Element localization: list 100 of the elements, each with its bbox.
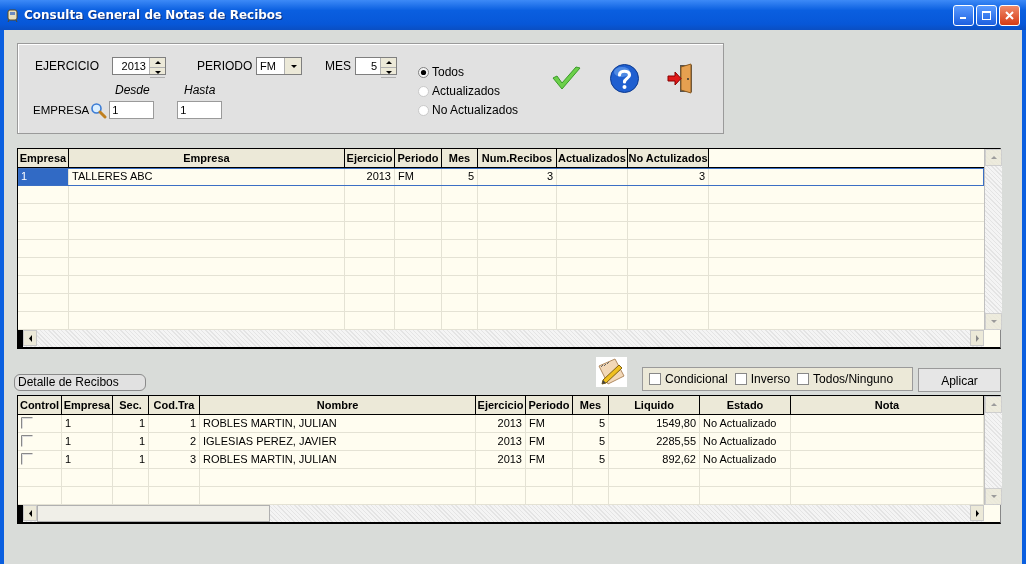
column-header[interactable]: Empresa	[18, 149, 69, 167]
checkbox[interactable]	[734, 373, 747, 385]
checkbox-label[interactable]: Condicional	[665, 372, 728, 386]
arrow-down-icon[interactable]	[384, 68, 393, 77]
table-row[interactable]: 1 1 3 ROBLES MARTIN, JULIAN 2013 FM 5 892,62 No Actualizado	[18, 451, 984, 469]
horizontal-scrollbar[interactable]	[18, 505, 984, 522]
checkbox[interactable]	[797, 373, 810, 385]
column-header[interactable]: Empresa	[69, 149, 345, 167]
input-field[interactable]: 1	[177, 101, 223, 119]
window-title: Consulta General de Notas de Recibos	[24, 8, 284, 22]
checkbox[interactable]	[649, 373, 661, 385]
column-header[interactable]: Nombre	[200, 396, 476, 414]
table-cell: 2013	[476, 415, 526, 432]
field-label: EMPRESA	[33, 104, 90, 116]
radio-label[interactable]: No Actualizados	[432, 103, 519, 117]
notepad-icon[interactable]	[595, 356, 628, 388]
table-cell: 2013	[345, 168, 395, 185]
checkbox[interactable]	[21, 453, 33, 465]
arrow-up-icon[interactable]	[153, 58, 162, 67]
field-label: Hasta	[184, 82, 216, 97]
horizontal-scrollbar[interactable]	[18, 330, 984, 347]
radio-label[interactable]: Actualizados	[432, 84, 501, 98]
app-icon	[6, 8, 19, 22]
input-field[interactable]: 1	[109, 101, 155, 119]
arrow-down-icon[interactable]	[153, 68, 162, 77]
table-cell: 5	[573, 415, 609, 432]
field-label: PERIODO	[197, 59, 254, 73]
radio-button[interactable]	[418, 104, 429, 116]
table-cell: 2285,55	[609, 433, 700, 450]
apply-button[interactable]: Aplicar	[918, 368, 1001, 392]
dropdown[interactable]: FM	[256, 57, 302, 75]
table-cell: 3	[149, 451, 200, 468]
column-header[interactable]: Control	[18, 396, 62, 414]
table-cell: 5	[573, 433, 609, 450]
number-spinner[interactable]: 5	[355, 57, 397, 75]
column-header[interactable]: Nota	[791, 396, 984, 414]
column-header[interactable]: Liquido	[609, 396, 700, 414]
column-header[interactable]: Periodo	[526, 396, 573, 414]
help-button[interactable]	[609, 63, 641, 94]
table-cell: 1549,80	[609, 415, 700, 432]
table-cell: No Actualizado	[700, 433, 791, 450]
table-row[interactable]: 1 1 2 IGLESIAS PEREZ, JAVIER 2013 FM 5 2285,55 No Actualizado	[18, 433, 984, 451]
checkbox[interactable]	[21, 435, 33, 447]
maximize-button[interactable]	[976, 4, 997, 26]
table-cell: FM	[395, 168, 442, 185]
table-cell: 2	[149, 433, 200, 450]
table-cell: 1	[18, 168, 69, 185]
radio-button[interactable]	[418, 85, 429, 97]
table-cell: 892,62	[609, 451, 700, 468]
column-header[interactable]: Ejercicio	[476, 396, 526, 414]
field-label: MES	[325, 59, 352, 73]
table-cell: IGLESIAS PEREZ, JAVIER	[200, 433, 476, 450]
table-cell: 1	[62, 433, 113, 450]
table-cell: 5	[442, 168, 478, 185]
table-cell: 1	[113, 433, 149, 450]
table-cell: TALLERES ABC	[69, 168, 345, 185]
table-cell: 3	[628, 168, 709, 185]
radio-button[interactable]	[418, 66, 429, 78]
column-header[interactable]: No Actulizados	[628, 149, 709, 167]
field-label: EJERCICIO	[35, 59, 100, 73]
table-cell: 1	[62, 415, 113, 432]
number-spinner[interactable]: 2013	[112, 57, 166, 75]
table-cell: 3	[478, 168, 557, 185]
table-cell: ROBLES MARTIN, JULIAN	[200, 415, 476, 432]
column-header[interactable]: Mes	[573, 396, 609, 414]
table-cell: 1	[113, 415, 149, 432]
table-cell: 1	[113, 451, 149, 468]
section-label: Detalle de Recibos	[14, 374, 146, 391]
field-label: Desde	[115, 82, 151, 97]
column-header[interactable]: Empresa	[62, 396, 113, 414]
table-cell: FM	[526, 433, 573, 450]
column-header[interactable]: Ejercicio	[345, 149, 395, 167]
column-header[interactable]: Estado	[700, 396, 791, 414]
minimize-button[interactable]	[953, 4, 974, 26]
close-button[interactable]	[999, 4, 1020, 26]
table-cell: 2013	[476, 451, 526, 468]
table-cell: FM	[526, 415, 573, 432]
table-cell: 5	[573, 451, 609, 468]
table-cell: No Actualizado	[700, 451, 791, 468]
table-cell: ROBLES MARTIN, JULIAN	[200, 451, 476, 468]
table-row[interactable]: 1 1 1 ROBLES MARTIN, JULIAN 2013 FM 5 1549,80 No Actualizado	[18, 415, 984, 433]
arrow-up-icon[interactable]	[384, 58, 393, 67]
table-cell: FM	[526, 451, 573, 468]
checkbox-label[interactable]: Todos/Ninguno	[813, 372, 894, 386]
checkbox[interactable]	[21, 417, 33, 429]
column-header[interactable]: Num.Recibos	[478, 149, 557, 167]
checkbox-label[interactable]: Inverso	[750, 372, 791, 386]
column-header[interactable]: Cod.Tra	[149, 396, 200, 414]
column-header[interactable]: Sec.	[113, 396, 149, 414]
table-cell: 2013	[476, 433, 526, 450]
table-cell: 1	[62, 451, 113, 468]
column-header[interactable]: Periodo	[395, 149, 442, 167]
confirm-button[interactable]	[551, 65, 583, 91]
radio-label[interactable]: Todos	[432, 65, 465, 79]
close-icon[interactable]	[1004, 9, 1015, 21]
maximize-icon[interactable]	[981, 9, 992, 21]
column-header[interactable]: Actualizados	[557, 149, 628, 167]
column-header[interactable]: Mes	[442, 149, 478, 167]
search-icon[interactable]	[90, 101, 108, 119]
table-row[interactable]: 1 TALLERES ABC 2013 FM 5 3 3	[18, 168, 984, 186]
